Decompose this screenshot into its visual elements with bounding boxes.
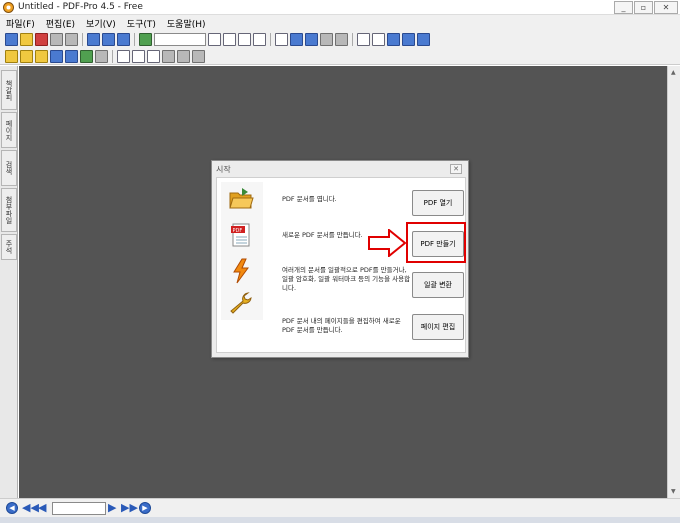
stamp-icon[interactable]	[5, 49, 18, 63]
rotate-icon[interactable]	[402, 33, 415, 46]
pdf-document-icon: PDF	[231, 223, 250, 247]
tab-annotations[interactable]: 주석	[1, 234, 17, 260]
pin-icon[interactable]	[162, 49, 175, 63]
table-icon[interactable]	[65, 49, 78, 63]
tab-search[interactable]: 검색	[1, 150, 17, 186]
hand-icon[interactable]	[275, 33, 288, 46]
main-toolbar	[0, 31, 680, 48]
close-button[interactable]: ✕	[654, 1, 678, 14]
side-panel-tabs: 책갈피 페이지 검색 첨부파일 주석	[0, 66, 18, 498]
image-icon[interactable]	[102, 33, 115, 46]
page-prev-icon[interactable]	[223, 33, 236, 46]
fit-page-icon[interactable]	[335, 33, 348, 46]
page-edit-button[interactable]: 페이지 편집	[412, 314, 464, 340]
fit-width-icon[interactable]	[357, 33, 370, 46]
last-page-icon[interactable]: ▶▶	[121, 502, 138, 514]
edit-toolbar	[0, 48, 680, 65]
menu-view[interactable]: 보기(V)	[86, 17, 116, 30]
snapshot-icon[interactable]	[320, 33, 333, 46]
page-next-icon[interactable]	[238, 33, 251, 46]
convert-icon[interactable]	[117, 33, 130, 46]
scroll-down-icon[interactable]: ▼	[671, 488, 676, 495]
batch-convert-button[interactable]: 일괄 변환	[412, 272, 464, 298]
maximize-button[interactable]: ▫	[634, 1, 653, 14]
scan-icon[interactable]	[65, 33, 78, 46]
menu-help[interactable]: 도움말(H)	[167, 17, 206, 30]
export-icon[interactable]	[87, 33, 100, 46]
prev-page-icon[interactable]: ◀	[38, 502, 46, 514]
open-icon[interactable]	[20, 33, 33, 46]
page-navigation-bar: ◀ ◀◀ ◀ ▶ ▶▶ ▶	[0, 498, 680, 517]
highlight-icon[interactable]	[80, 49, 93, 63]
window-title: Untitled - PDF-Pro 4.5 - Free	[18, 2, 143, 12]
nav-page-input[interactable]	[52, 502, 106, 515]
two-page-icon[interactable]	[387, 33, 400, 46]
toolbar-separator	[134, 33, 135, 46]
bookmark-icon[interactable]	[139, 33, 152, 46]
scroll-up-icon[interactable]: ▲	[671, 69, 676, 76]
menu-edit[interactable]: 편집(E)	[46, 17, 75, 30]
page-first-icon[interactable]	[208, 33, 221, 46]
folder-icon[interactable]	[20, 49, 33, 63]
menu-tools[interactable]: 도구(T)	[127, 17, 156, 30]
red-arrow-annotation	[368, 229, 407, 257]
app-logo-icon	[3, 2, 14, 13]
lightning-icon	[233, 258, 249, 284]
next-page-icon[interactable]: ▶	[108, 502, 116, 514]
desc-batch: 여러개의 문서를 일괄적으로 PDF를 만들거나, 일괄 암호화, 일괄 워터마…	[282, 266, 411, 292]
zoom-in-icon[interactable]	[290, 33, 303, 46]
text-box-icon[interactable]	[50, 49, 63, 63]
new-icon[interactable]	[5, 33, 18, 46]
menu-file[interactable]: 파일(F)	[6, 17, 35, 30]
attach-icon[interactable]	[192, 49, 205, 63]
underline-icon[interactable]	[95, 49, 108, 63]
select-icon[interactable]	[117, 49, 130, 63]
crop-icon[interactable]	[132, 49, 145, 63]
open-folder-icon	[229, 188, 254, 209]
link-icon[interactable]	[177, 49, 190, 63]
tab-bookmarks[interactable]: 책갈피	[1, 70, 17, 110]
dialog-close-button[interactable]: ✕	[450, 164, 462, 174]
save-icon[interactable]	[35, 33, 48, 46]
highlight-box	[406, 222, 466, 263]
print-icon[interactable]	[50, 33, 63, 46]
title-bar: Untitled - PDF-Pro 4.5 - Free _ ▫ ✕	[0, 0, 680, 15]
tab-pages[interactable]: 페이지	[1, 112, 17, 148]
dialog-title: 시작	[216, 165, 231, 174]
first-page-icon[interactable]: ◀◀	[22, 502, 39, 514]
desc-edit-pages: PDF 문서 내의 페이지들을 편집하여 새로운 PDF 문서를 만듭니다.	[282, 317, 401, 334]
window-controls: _ ▫ ✕	[614, 1, 678, 14]
flip-icon[interactable]	[417, 33, 430, 46]
toolbar-separator	[352, 33, 353, 46]
minimize-button[interactable]: _	[614, 1, 633, 14]
taskbar-strip	[0, 517, 680, 523]
svg-text:PDF: PDF	[233, 228, 243, 234]
wrench-icon	[230, 292, 252, 314]
vertical-scrollbar[interactable]: ▲ ▼	[667, 66, 680, 498]
dialog-body: PDF PDF 문서를 엽니다. 새로운 PDF 문서를 만듭니다. 여러개의 …	[216, 177, 466, 353]
menu-bar: 파일(F) 편집(E) 보기(V) 도구(T) 도움말(H)	[0, 15, 680, 31]
page-number-input[interactable]	[154, 33, 206, 46]
toolbar-separator	[82, 33, 83, 46]
toolbar-separator	[112, 49, 113, 63]
single-page-icon[interactable]	[372, 33, 385, 46]
pdf-open-button[interactable]: PDF 열기	[412, 190, 464, 216]
toolbar-separator	[270, 33, 271, 46]
text-select-icon[interactable]	[147, 49, 160, 63]
desc-open: PDF 문서를 엽니다.	[282, 195, 337, 203]
page-last-icon[interactable]	[253, 33, 266, 46]
back-icon[interactable]: ◀	[6, 502, 18, 514]
dialog-icon-strip: PDF	[221, 182, 263, 320]
tab-attachments[interactable]: 첨부파일	[1, 188, 17, 232]
text-icon[interactable]	[35, 49, 48, 63]
zoom-out-icon[interactable]	[305, 33, 318, 46]
forward-icon[interactable]: ▶	[139, 502, 151, 514]
